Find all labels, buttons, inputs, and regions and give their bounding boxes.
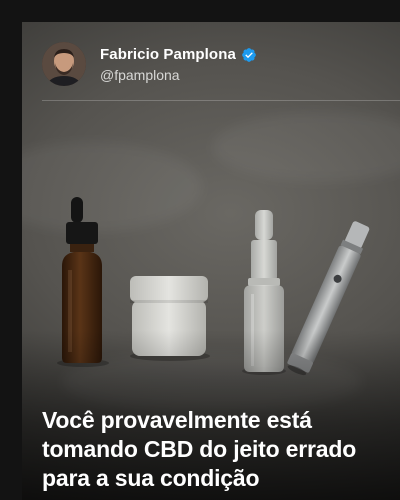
headline-line-1: Você provavelmente está bbox=[42, 407, 312, 433]
author-handle[interactable]: @fpamplona bbox=[100, 67, 180, 83]
post-card[interactable]: Fabricio Pamplona @fpamplona Você provav… bbox=[22, 22, 400, 500]
window-left-edge bbox=[0, 0, 22, 500]
avatar[interactable] bbox=[42, 42, 86, 86]
post-headline: Você provavelmente está tomando CBD do j… bbox=[42, 406, 392, 493]
header-divider bbox=[42, 100, 400, 101]
window-top-edge bbox=[0, 0, 400, 22]
headline-line-3: para a sua condição bbox=[42, 465, 260, 491]
headline-line-2: tomando CBD do jeito errado bbox=[42, 436, 357, 462]
verified-check-icon bbox=[242, 47, 256, 62]
post-header: Fabricio Pamplona @fpamplona bbox=[22, 22, 400, 100]
author-name[interactable]: Fabricio Pamplona bbox=[100, 46, 236, 63]
